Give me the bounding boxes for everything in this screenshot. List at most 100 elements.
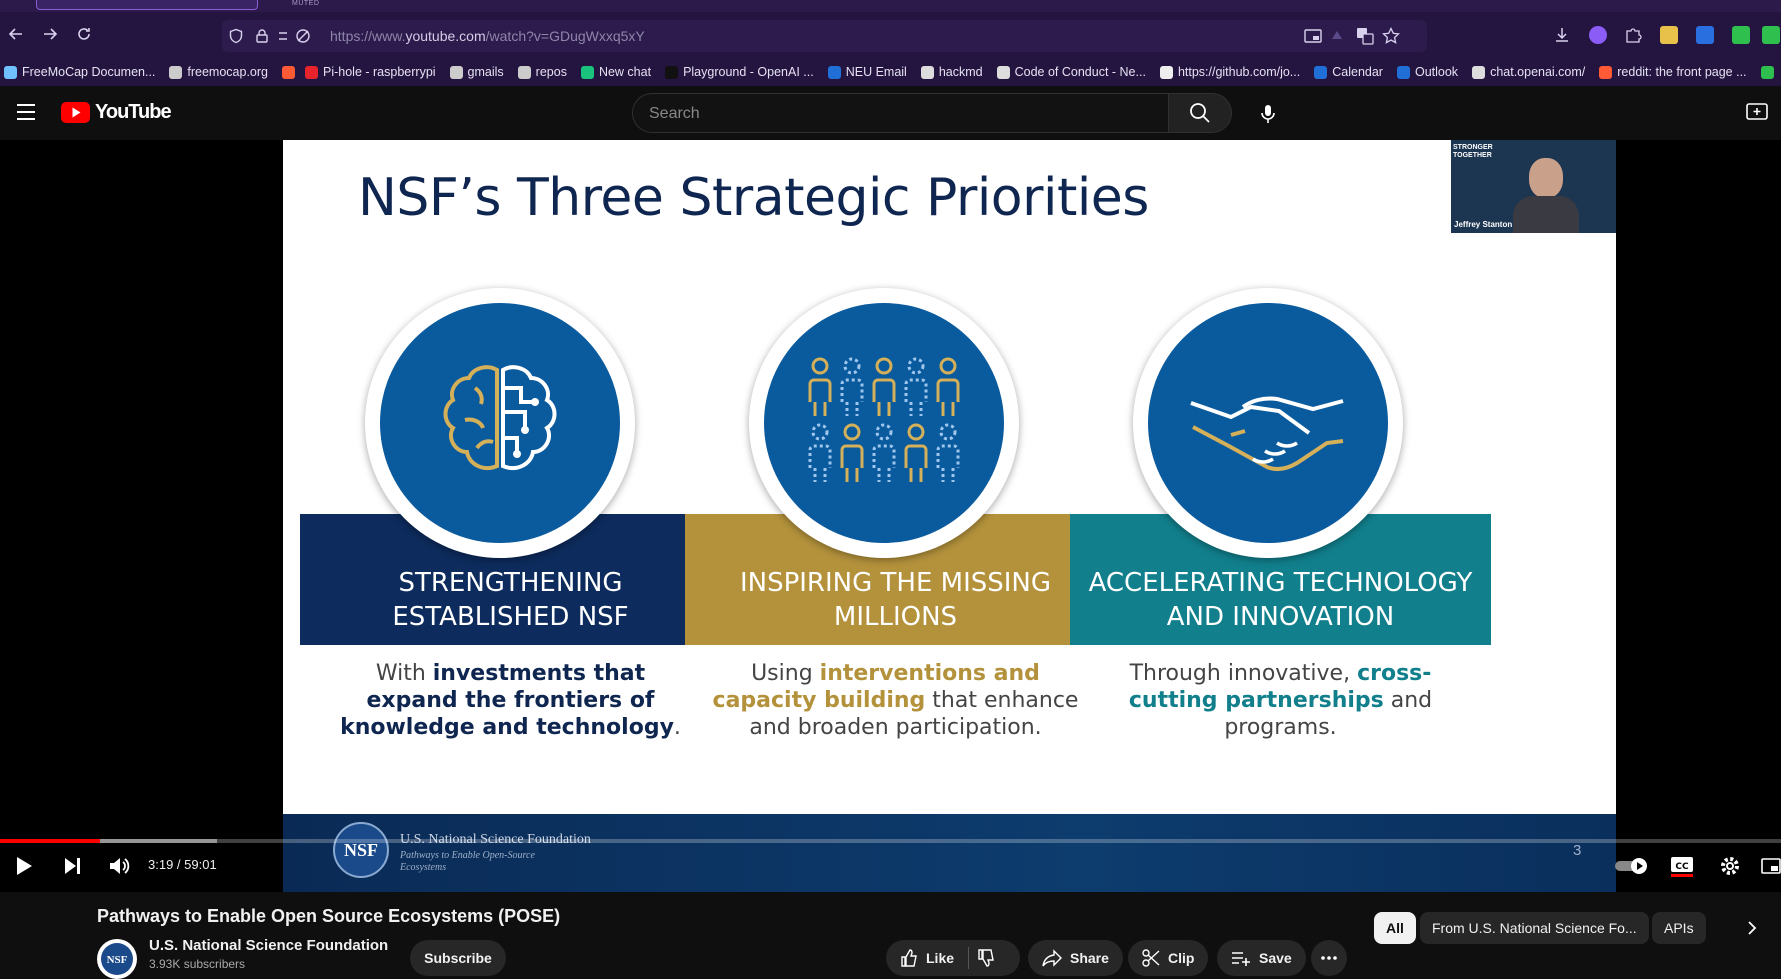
miniplayer-button[interactable] — [1761, 852, 1781, 880]
person-figure — [872, 357, 896, 416]
chip-from-channel[interactable]: From U.S. National Science Fo... — [1420, 912, 1649, 944]
downloads-icon[interactable] — [1553, 26, 1571, 44]
youtube-logo[interactable]: YouTube — [61, 101, 172, 124]
people-icon — [808, 357, 960, 482]
bitwarden-shield-icon[interactable] — [1696, 26, 1714, 44]
priority-description-3: Through innovative, cross-cutting partne… — [1128, 661, 1433, 740]
picture-in-picture-icon[interactable] — [1304, 28, 1322, 44]
bookmark-item[interactable]: Calendar — [1314, 65, 1383, 79]
chip-apis[interactable]: APIs — [1652, 912, 1706, 944]
extension-green-icon[interactable] — [1732, 26, 1750, 44]
speaker-webcam: STRONGER TOGETHER Jeffrey Stanton — [1451, 140, 1616, 233]
url-text[interactable]: https://www.youtube.com/watch?v=GDugWxxq… — [330, 28, 645, 44]
bookmark-item[interactable]: Code of Conduct - Ne... — [996, 65, 1146, 79]
autoplay-toggle[interactable] — [1612, 852, 1652, 880]
time-display: 3:19 / 59:01 — [148, 857, 217, 872]
volume-icon — [110, 858, 130, 874]
miniplayer-icon — [1761, 858, 1781, 874]
bookmark-label: Playground - OpenAI ... — [683, 65, 814, 79]
save-button[interactable]: Save — [1217, 940, 1306, 976]
extension-badge-icon[interactable] — [1660, 26, 1678, 44]
subscribe-button[interactable]: Subscribe — [410, 940, 506, 976]
bookmark-item[interactable] — [282, 65, 295, 79]
shield-icon[interactable] — [228, 28, 244, 44]
chip-all[interactable]: All — [1374, 912, 1416, 944]
bookmark-item[interactable]: New chat — [580, 65, 651, 79]
search-input[interactable]: Search — [632, 93, 1170, 133]
bookmark-favicon-icon — [449, 65, 463, 79]
search-button[interactable] — [1168, 93, 1232, 133]
thumbs-up-icon — [901, 949, 917, 967]
bookmark-item[interactable]: Pi-hole - raspberrypi — [305, 65, 436, 79]
bookmark-item[interactable]: freemocap.org — [169, 65, 268, 79]
youtube-logo-text: YouTube — [95, 101, 172, 123]
translate-icon[interactable] — [1356, 27, 1374, 45]
bookmark-favicon-icon — [1314, 65, 1328, 79]
bookmark-favicon-icon — [1396, 65, 1410, 79]
bookmark-item[interactable]: chat.openai.com/ — [1472, 65, 1585, 79]
bookmark-label: FreeMoCap Documen... — [22, 65, 156, 79]
channel-name[interactable]: U.S. National Science Foundation — [149, 937, 388, 954]
bookmark-item[interactable]: https://github.com/jo... — [1159, 65, 1301, 79]
subscriber-count: 3.93K subscribers — [149, 957, 246, 971]
bookmark-item[interactable]: repos — [517, 65, 567, 79]
more-actions-button[interactable] — [1311, 940, 1347, 976]
chevron-right-icon — [1748, 921, 1757, 935]
settings-button[interactable] — [1716, 852, 1744, 880]
reload-button[interactable] — [68, 18, 100, 50]
lock-icon[interactable] — [254, 28, 270, 44]
share-icon — [1042, 949, 1062, 967]
back-arrow-icon — [8, 28, 22, 40]
create-video-icon[interactable] — [1746, 102, 1768, 122]
clip-button[interactable]: Clip — [1128, 940, 1209, 976]
tab-muted-label: MUTED — [292, 0, 320, 7]
extension-check-icon[interactable] — [1762, 26, 1780, 44]
svg-text:NSF: NSF — [107, 954, 128, 966]
bookmark-item[interactable]: FreeMoCap Documen... — [4, 65, 155, 79]
speaker-name: Jeffrey Stanton — [1454, 220, 1513, 229]
hamburger-menu-icon[interactable] — [16, 103, 36, 121]
video-player[interactable]: NSF’s Three Strategic Priorities STRENGT… — [0, 140, 1781, 892]
slide-page-number: 3 — [1573, 842, 1582, 859]
bookmark-item[interactable]: Playground - OpenAI ... — [665, 65, 814, 79]
bookmark-favicon-icon — [305, 65, 318, 79]
captions-button[interactable]: CC — [1668, 852, 1696, 880]
youtube-header: YouTube Search — [0, 86, 1781, 140]
browser-tab-strip: MUTED — [0, 0, 1781, 12]
play-button[interactable] — [10, 852, 38, 880]
bookmark-favicon-icon — [580, 65, 594, 79]
reload-icon — [78, 28, 90, 40]
channel-avatar[interactable]: NSF — [97, 939, 137, 979]
share-button[interactable]: Share — [1028, 940, 1123, 976]
bookmark-item[interactable]: NEU Email — [827, 65, 907, 79]
forward-button[interactable] — [34, 18, 66, 50]
thumbs-down-icon[interactable] — [977, 949, 995, 967]
extension-active-icon[interactable] — [1330, 28, 1346, 44]
person-figure — [840, 357, 864, 416]
video-progress-bar[interactable] — [0, 839, 1781, 843]
like-button[interactable]: Like — [926, 950, 954, 966]
extensions-puzzle-icon[interactable] — [1624, 26, 1642, 44]
back-button[interactable] — [0, 18, 32, 50]
address-bar[interactable]: https://www.youtube.com/watch?v=GDugWxxq… — [222, 20, 1427, 52]
bookmark-star-icon[interactable] — [1382, 27, 1400, 45]
chips-next-button[interactable] — [1736, 912, 1768, 944]
person-figure — [808, 423, 832, 482]
mute-button[interactable] — [105, 852, 133, 880]
profile-icon[interactable] — [1589, 26, 1607, 44]
bookmark-item[interactable]: Outlook — [1396, 65, 1459, 79]
bookmark-item[interactable]: hackmd — [920, 65, 983, 79]
person-figure — [904, 357, 928, 416]
bookmark-label: Outlook — [1414, 65, 1459, 79]
next-button[interactable] — [58, 852, 86, 880]
active-tab[interactable] — [36, 0, 258, 10]
voice-search-button[interactable] — [1248, 94, 1288, 134]
bookmark-item[interactable] — [1760, 65, 1774, 79]
bookmark-item[interactable]: gmails — [449, 65, 504, 79]
bookmark-label: https://github.com/jo... — [1177, 65, 1301, 79]
bookmark-label: Code of Conduct - Ne... — [1014, 65, 1146, 79]
permissions-icon[interactable] — [278, 28, 312, 44]
bookmark-item[interactable]: reddit: the front page ... — [1599, 65, 1747, 79]
bookmark-favicon-icon — [920, 65, 934, 79]
bookmark-label: freemocap.org — [187, 65, 268, 79]
